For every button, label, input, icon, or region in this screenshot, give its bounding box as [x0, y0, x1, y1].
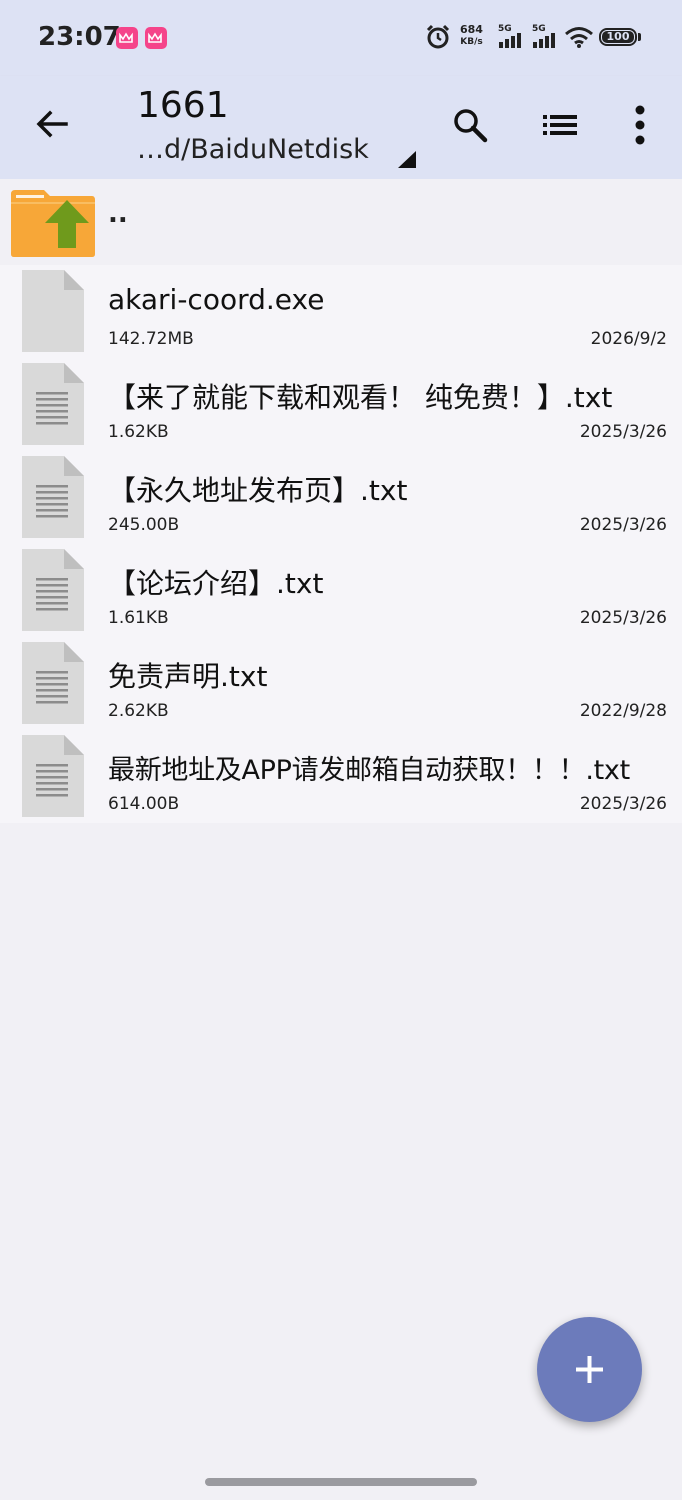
file-name: 免责声明.txt — [108, 660, 268, 693]
file-date: 2026/9/2 — [590, 329, 667, 349]
net-speed-unit: KB/s — [460, 37, 483, 47]
file-row[interactable]: 【来了就能下载和观看！ 纯免费！】.txt 1.62KB 2025/3/26 — [0, 358, 682, 451]
app-bar: 1661 …d/BaiduNetdisk — [0, 76, 682, 179]
search-button[interactable] — [447, 102, 493, 148]
text-file-icon — [22, 549, 84, 631]
file-size: 614.00B — [108, 794, 180, 814]
back-arrow-icon — [36, 110, 68, 138]
parent-directory-label: .. — [108, 199, 128, 229]
net-speed-value: 684 — [460, 23, 483, 36]
file-date: 2025/3/26 — [579, 794, 667, 814]
status-time: 23:07 — [38, 22, 121, 52]
path-dropdown[interactable]: …d/BaiduNetdisk — [137, 134, 427, 170]
file-date: 2025/3/26 — [579, 608, 667, 628]
text-file-icon — [22, 363, 84, 445]
path-text: …d/BaiduNetdisk — [137, 134, 369, 165]
file-size: 1.61KB — [108, 608, 169, 628]
home-indicator[interactable] — [205, 1478, 477, 1486]
file-size: 142.72MB — [108, 329, 194, 349]
folder-up-icon — [11, 190, 95, 257]
plus-icon — [576, 1356, 603, 1383]
text-file-icon — [22, 642, 84, 724]
alarm-icon — [426, 24, 450, 49]
battery-icon: 100 — [599, 28, 637, 46]
list-view-icon — [543, 115, 577, 135]
signal-1-icon — [499, 33, 521, 48]
dropdown-triangle-icon — [398, 151, 416, 168]
file-row[interactable]: 最新地址及APP请发邮箱自动获取！！！.txt 614.00B 2025/3/2… — [0, 730, 682, 823]
text-file-icon — [22, 735, 84, 817]
notification-app-icon — [145, 27, 167, 49]
text-file-icon — [22, 456, 84, 538]
folder-title: 1661 — [137, 85, 229, 126]
file-date: 2025/3/26 — [579, 515, 667, 535]
file-name: 【论坛介绍】.txt — [108, 567, 324, 600]
wifi-icon — [565, 27, 593, 48]
net-speed: 684 KB/s — [460, 24, 483, 48]
notification-app-icon — [116, 27, 138, 49]
file-name: 【永久地址发布页】.txt — [108, 474, 408, 507]
more-options-button[interactable] — [617, 102, 663, 148]
file-row[interactable]: akari-coord.exe 142.72MB 2026/9/2 — [0, 265, 682, 358]
more-vert-icon — [635, 105, 645, 145]
battery-level: 100 — [606, 30, 630, 43]
back-button[interactable] — [30, 102, 74, 146]
file-name: 【来了就能下载和观看！ 纯免费！】.txt — [108, 381, 613, 414]
add-fab-button[interactable] — [537, 1317, 642, 1422]
file-row[interactable]: 【论坛介绍】.txt 1.61KB 2025/3/26 — [0, 544, 682, 637]
parent-directory-row[interactable]: .. — [0, 179, 682, 265]
file-row[interactable]: 【永久地址发布页】.txt 245.00B 2025/3/26 — [0, 451, 682, 544]
file-name: akari-coord.exe — [108, 283, 325, 316]
file-size: 1.62KB — [108, 422, 169, 442]
list-view-button[interactable] — [538, 102, 584, 148]
blank-file-icon — [22, 270, 84, 352]
file-date: 2022/9/28 — [579, 701, 667, 721]
status-bar: 23:07 684 KB/s 5G 5G 100 — [0, 0, 682, 76]
signal-2-icon — [533, 33, 555, 48]
file-size: 2.62KB — [108, 701, 169, 721]
file-row[interactable]: 免责声明.txt 2.62KB 2022/9/28 — [0, 637, 682, 730]
file-size: 245.00B — [108, 515, 180, 535]
search-icon — [454, 109, 488, 143]
file-name: 最新地址及APP请发邮箱自动获取！！！.txt — [108, 755, 630, 786]
battery-cap — [638, 33, 641, 41]
file-date: 2025/3/26 — [579, 422, 667, 442]
